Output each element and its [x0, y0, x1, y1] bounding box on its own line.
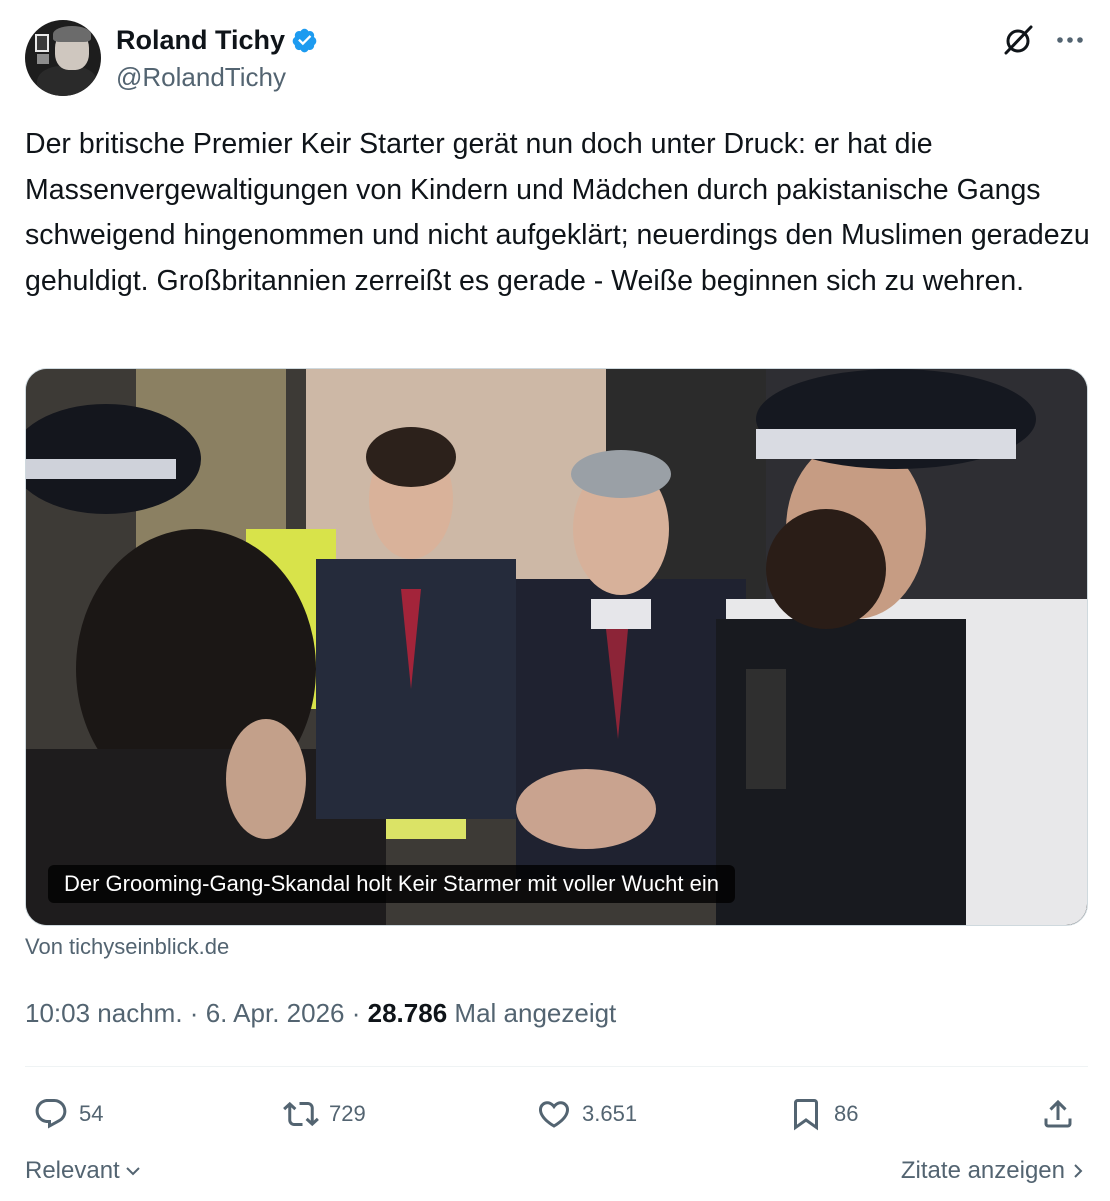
- reply-button[interactable]: 54: [33, 1094, 103, 1134]
- sort-label: Relevant: [25, 1157, 120, 1184]
- avatar-hair: [53, 26, 91, 42]
- chevron-down-icon: [126, 1167, 140, 1176]
- avatar-body: [37, 66, 97, 96]
- quotes-label: Zitate anzeigen: [900, 1157, 1065, 1184]
- repost-count: 729: [329, 1101, 366, 1126]
- reply-icon: [35, 1099, 67, 1129]
- repost-button[interactable]: 729: [283, 1094, 366, 1134]
- share-icon: [1044, 1099, 1072, 1128]
- tweet-time[interactable]: 10:03 nachm.: [25, 998, 183, 1028]
- author-name-row: Roland Tichy: [116, 22, 318, 58]
- like-count: 3.651: [582, 1101, 638, 1126]
- chevron-right-icon: [1074, 1164, 1083, 1178]
- media-card[interactable]: Der Grooming-Gang-Skandal holt Keir Star…: [25, 368, 1088, 926]
- tweet: Roland Tichy @RolandTichy Der britische …: [0, 0, 1110, 1201]
- media-caption: Der Grooming-Gang-Skandal holt Keir Star…: [48, 865, 735, 903]
- tweet-meta: 10:03 nachm. · 6. Apr. 2026 · 28.786 Mal…: [25, 998, 616, 1029]
- divider: [25, 1066, 1088, 1067]
- share-button[interactable]: [1040, 1094, 1076, 1134]
- bookmark-icon: [794, 1099, 818, 1131]
- avatar-bg-frame-2: [37, 54, 49, 64]
- reply-count: 54: [79, 1101, 104, 1126]
- like-button[interactable]: 3.651: [536, 1094, 637, 1134]
- heart-icon: [538, 1101, 570, 1128]
- bookmark-button[interactable]: 86: [788, 1094, 858, 1134]
- media-source-link[interactable]: Von tichyseinblick.de: [25, 934, 229, 960]
- grok-icon[interactable]: [1000, 22, 1036, 58]
- bookmark-count: 86: [834, 1101, 859, 1126]
- tweet-text: Der britische Premier Keir Starter gerät…: [25, 128, 1090, 297]
- verified-badge-icon[interactable]: [291, 27, 318, 54]
- show-quotes-link[interactable]: Zitate anzeigen: [901, 1157, 1088, 1185]
- sort-relevant-dropdown[interactable]: Relevant: [25, 1157, 143, 1185]
- repost-icon: [283, 1101, 319, 1127]
- views-label: Mal angezeigt: [454, 998, 617, 1028]
- meta-separator: ·: [189, 998, 199, 1028]
- author-display-name[interactable]: Roland Tichy: [116, 25, 285, 56]
- video-still-image: [26, 369, 1087, 925]
- more-icon[interactable]: [1054, 27, 1086, 53]
- avatar-bg-frame: [35, 34, 49, 52]
- author-handle[interactable]: @RolandTichy: [116, 62, 286, 93]
- tweet-date[interactable]: 6. Apr. 2026: [206, 998, 345, 1028]
- meta-separator: ·: [351, 998, 361, 1028]
- views-count: 28.786: [367, 998, 448, 1028]
- avatar[interactable]: [25, 20, 101, 96]
